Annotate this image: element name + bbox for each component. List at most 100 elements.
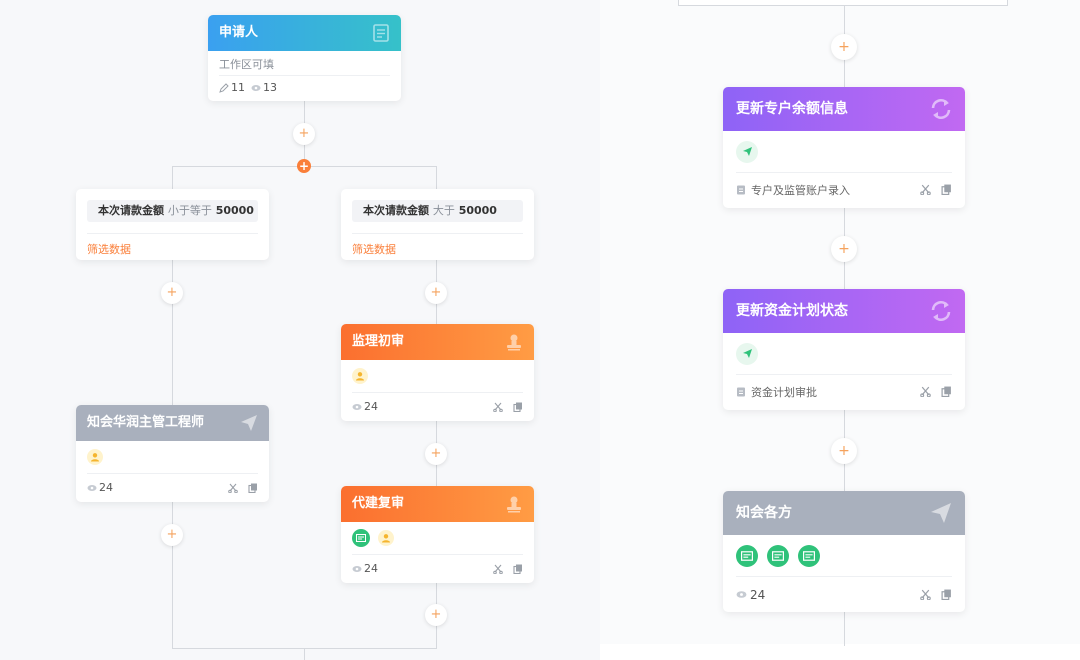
node-tools: [920, 184, 952, 195]
condition-operator: 大于: [432, 204, 455, 217]
condition-expression: 本次请款金额 大于 50000: [352, 200, 523, 222]
approval-node-jianli[interactable]: 监理初审 24: [341, 324, 534, 421]
eye-icon: [352, 565, 362, 572]
add-node-button[interactable]: +: [161, 524, 183, 546]
eye-icon: [736, 591, 747, 598]
node-tools: [493, 564, 523, 574]
stamp-icon: [507, 496, 521, 513]
scissors-icon[interactable]: [493, 564, 503, 574]
add-node-button[interactable]: +: [831, 34, 857, 60]
condition-expression: 本次请款金额 小于等于 50000: [87, 200, 258, 222]
scissors-icon[interactable]: [920, 184, 931, 195]
connector: [844, 612, 845, 646]
send-icon: [736, 140, 758, 163]
canvas-footer: [600, 644, 1080, 660]
update-node-balance[interactable]: 更新专户余额信息 专户及监管账户录入: [723, 87, 965, 208]
add-node-button[interactable]: +: [425, 443, 447, 465]
department-icon: [736, 544, 758, 567]
eye-icon: [251, 84, 261, 91]
form-name: 资金计划审批: [751, 385, 817, 399]
node-header: 更新资金计划状态: [723, 289, 965, 333]
node-tools: [920, 589, 952, 600]
add-node-button[interactable]: +: [425, 282, 447, 304]
copy-icon[interactable]: [248, 483, 258, 493]
node-title: 更新专户余额信息: [736, 101, 848, 117]
copy-icon[interactable]: [941, 184, 952, 195]
refresh-icon: [931, 301, 951, 321]
add-node-button[interactable]: +: [831, 236, 857, 262]
node-header: 监理初审: [341, 324, 534, 360]
connector: [436, 166, 437, 190]
copy-icon[interactable]: [513, 402, 523, 412]
condition-node-right[interactable]: 本次请款金额 大于 50000 筛选数据: [341, 189, 534, 260]
scissors-icon[interactable]: [920, 589, 931, 600]
scissors-icon[interactable]: [228, 483, 238, 493]
form-icon: [373, 24, 389, 42]
condition-node-left[interactable]: 本次请款金额 小于等于 50000 筛选数据: [76, 189, 269, 260]
node-tools: [493, 402, 523, 412]
department-icon: [767, 544, 789, 567]
filter-data-link[interactable]: 筛选数据: [352, 243, 396, 256]
notify-node-all[interactable]: 知会各方 24: [723, 491, 965, 612]
send-icon: [736, 342, 758, 365]
add-node-button[interactable]: +: [425, 604, 447, 626]
node-title: 代建复审: [352, 496, 405, 511]
node-tools: [228, 483, 258, 493]
applicant-node-card[interactable]: 申请人 工作区可填 11 13: [208, 15, 401, 101]
node-title: 知会各方: [736, 505, 792, 521]
send-icon: [241, 415, 257, 431]
user-avatar-icon: [87, 449, 103, 465]
scissors-icon[interactable]: [920, 386, 931, 397]
add-branch-button[interactable]: +: [297, 159, 311, 173]
department-icon: [798, 544, 820, 567]
form-name: 专户及监管账户录入: [751, 183, 850, 197]
condition-field: 本次请款金额: [98, 204, 164, 217]
update-node-plan[interactable]: 更新资金计划状态 资金计划审批: [723, 289, 965, 410]
add-node-button[interactable]: +: [831, 438, 857, 464]
node-header: 代建复审: [341, 486, 534, 522]
view-count: 13: [263, 81, 277, 94]
notify-node-huarun[interactable]: 知会华润主管工程师 24: [76, 405, 269, 502]
scissors-icon[interactable]: [493, 402, 503, 412]
previous-node-frame: [678, 0, 1008, 6]
connector: [304, 648, 305, 660]
user-avatar-icon: [378, 530, 394, 546]
condition-operator: 小于等于: [167, 204, 212, 217]
edit-count: 11: [231, 81, 245, 94]
approval-node-daijian[interactable]: 代建复审 24: [341, 486, 534, 583]
stamp-icon: [507, 334, 521, 351]
node-tools: [920, 386, 952, 397]
node-title: 知会华润主管工程师: [87, 415, 205, 430]
copy-icon[interactable]: [513, 564, 523, 574]
condition-value: 50000: [215, 204, 254, 217]
node-title: 监理初审: [352, 334, 405, 349]
add-node-button[interactable]: +: [161, 282, 183, 304]
view-count: 24: [99, 481, 113, 494]
applicant-node-title: 申请人: [219, 25, 259, 40]
eye-icon: [352, 403, 362, 410]
copy-icon[interactable]: [941, 589, 952, 600]
copy-icon[interactable]: [941, 386, 952, 397]
node-header: 更新专户余额信息: [723, 87, 965, 131]
department-icon: [352, 529, 370, 547]
send-icon: [931, 503, 951, 523]
eye-icon: [87, 484, 97, 491]
connector: [172, 166, 173, 190]
add-node-button[interactable]: +: [293, 123, 315, 145]
node-header: 知会华润主管工程师: [76, 405, 269, 441]
workflow-canvas-left: 申请人 工作区可填 11 13 + + 本次请款金额 小于等于 50000 筛选…: [0, 0, 600, 660]
workspace-label: 工作区可填: [219, 58, 274, 71]
form-icon: [737, 185, 745, 194]
applicant-node-header: 申请人: [208, 15, 401, 51]
user-avatar-icon: [352, 368, 368, 384]
edit-icon: [219, 82, 229, 93]
condition-value: 50000: [458, 204, 497, 217]
view-count: 24: [364, 400, 378, 413]
view-count: 24: [364, 562, 378, 575]
filter-data-link[interactable]: 筛选数据: [87, 243, 131, 256]
form-icon: [737, 387, 745, 396]
node-header: 知会各方: [723, 491, 965, 535]
condition-field: 本次请款金额: [363, 204, 429, 217]
node-title: 更新资金计划状态: [736, 303, 848, 319]
refresh-icon: [931, 99, 951, 119]
